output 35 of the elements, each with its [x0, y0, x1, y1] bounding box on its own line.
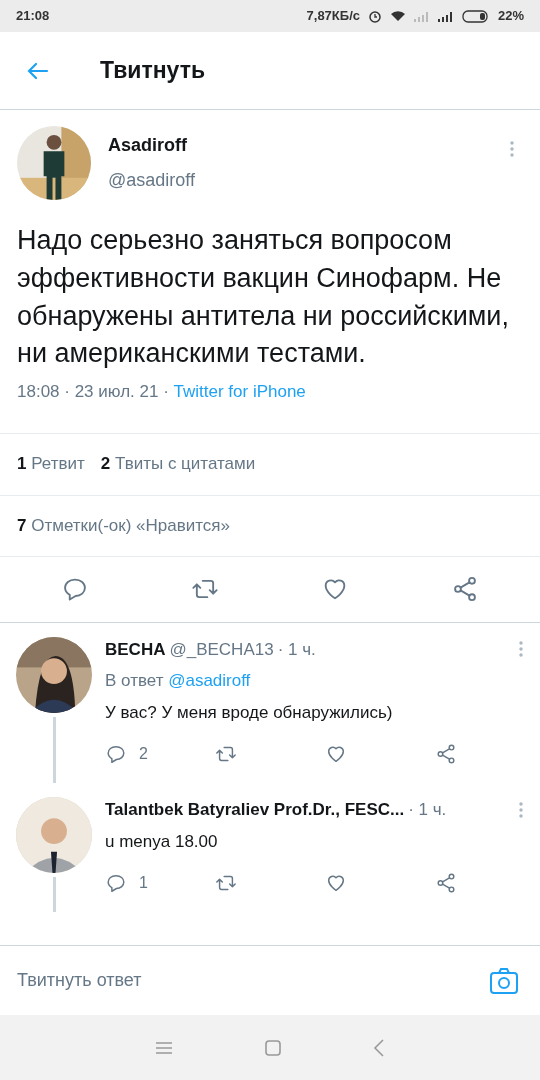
- reply-icon[interactable]: [105, 743, 127, 766]
- reply-compose-field[interactable]: Твитнуть ответ: [17, 967, 142, 994]
- reply-text: u menya 18.00: [105, 830, 219, 853]
- alarm-icon: [367, 9, 382, 23]
- battery-level: 22%: [497, 7, 524, 26]
- share-icon[interactable]: [435, 872, 457, 895]
- reply-icon[interactable]: [105, 872, 127, 895]
- wifi-icon: [389, 10, 406, 22]
- tweet-meta: 18:08 · 23 июл. 21 · Twitter for iPhone: [17, 381, 307, 404]
- stat-link[interactable]: 7 Отметки(-ок) «Нравится»: [17, 512, 231, 539]
- reply-author-name[interactable]: ВЕСНА: [105, 636, 166, 663]
- reply-count: 2: [139, 744, 148, 765]
- reply-time: · 1 ч.: [408, 799, 447, 822]
- author-name[interactable]: Asadiroff: [108, 132, 195, 159]
- camera-icon[interactable]: [489, 966, 519, 995]
- reply-author-name[interactable]: Talantbek Batyraliev Prof.Dr., FESC...: [105, 797, 405, 823]
- reply-count: 1: [139, 873, 148, 894]
- network-speed: 7,87КБ/с: [306, 7, 360, 26]
- share-icon[interactable]: [435, 743, 457, 766]
- clock: 21:08: [16, 7, 50, 26]
- signal-icon: [413, 10, 430, 22]
- author-handle[interactable]: @asadiroff: [108, 167, 195, 194]
- reply-context: В ответ @asadiroff: [105, 670, 252, 693]
- share-icon[interactable]: [451, 575, 479, 604]
- home-icon[interactable]: [265, 1039, 281, 1056]
- reply-text: У вас? У меня вроде обнаружились): [105, 701, 394, 724]
- stat-link[interactable]: 2 Твиты с цитатами: [100, 451, 256, 477]
- reply-author-handle[interactable]: @_ВЕСНА13: [169, 636, 274, 663]
- back-nav-icon[interactable]: [373, 1038, 385, 1057]
- reply-time: · 1 ч.: [277, 638, 316, 661]
- signal-icon: [437, 10, 454, 22]
- page-title: Твитнуть: [100, 56, 206, 86]
- stat-link[interactable]: 1 Ретвит: [17, 451, 85, 477]
- battery-icon: [461, 9, 490, 23]
- tweet-text: Надо серьезно заняться вопросом эффективности вакцин Синофарм. Не обнаружены антитела ни российскими, ни американскими тестами.: [17, 224, 510, 371]
